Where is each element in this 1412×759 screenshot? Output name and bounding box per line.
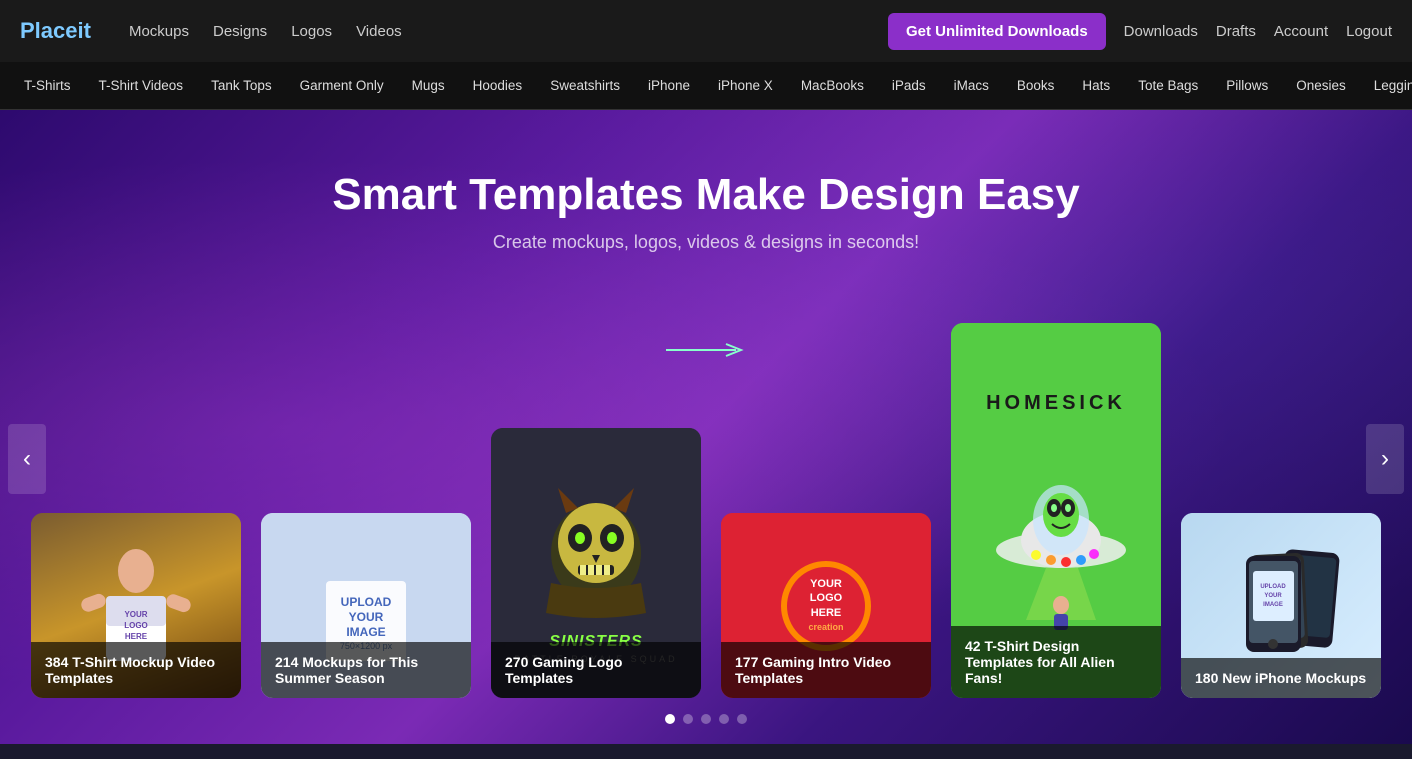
alien-illustration [966, 420, 1156, 640]
svg-text:HERE: HERE [125, 632, 148, 641]
card-gaming-logos[interactable]: SINISTERS BATTLE ROYALE SQUAD 270 Gaming… [491, 428, 701, 698]
carousel-container: YOUR LOGO HERE 384 T-Shirt Mockup Video … [20, 323, 1392, 698]
svg-text:YOUR: YOUR [1264, 593, 1282, 599]
gaming-skull-illustration [516, 483, 676, 643]
logo-accent: it [78, 18, 91, 43]
nav-downloads[interactable]: Downloads [1124, 23, 1198, 40]
card-label: 384 T-Shirt Mockup Video Templates [31, 642, 241, 698]
nav-videos[interactable]: Videos [356, 23, 402, 40]
svg-text:YOUR: YOUR [349, 610, 384, 624]
dot-2[interactable] [683, 714, 693, 724]
card-iphone-mockups[interactable]: UPLOAD YOUR IMAGE 180 New iPhone Mockups [1181, 513, 1381, 698]
svg-text:IMAGE: IMAGE [1263, 602, 1283, 608]
nav-logos[interactable]: Logos [291, 23, 332, 40]
card-label: 42 T-Shirt Design Templates for All Alie… [951, 626, 1161, 698]
svg-text:UPLOAD: UPLOAD [341, 595, 392, 609]
logo-text: Place [20, 18, 78, 43]
svg-text:UPLOAD: UPLOAD [1260, 584, 1286, 590]
carousel-dots [665, 714, 747, 724]
svg-text:IMAGE: IMAGE [346, 625, 385, 639]
nav-right-actions: Get Unlimited Downloads Downloads Drafts… [888, 13, 1392, 50]
category-leggings[interactable]: Leggings [1360, 62, 1412, 109]
alien-brand-text: HOMESICK [966, 392, 1146, 415]
category-ipads[interactable]: iPads [878, 62, 940, 109]
carousel-next-button[interactable]: › [1366, 424, 1404, 494]
category-macbooks[interactable]: MacBooks [787, 62, 878, 109]
hero-title: Smart Templates Make Design Easy [332, 170, 1080, 220]
category-hats[interactable]: Hats [1068, 62, 1124, 109]
category-imacs[interactable]: iMacs [940, 62, 1003, 109]
nav-designs[interactable]: Designs [213, 23, 267, 40]
card-alien-tshirt[interactable]: HOMESICK [951, 323, 1161, 698]
logo[interactable]: Placeit [20, 18, 91, 44]
category-iphone[interactable]: iPhone [634, 62, 704, 109]
logo-circle-text: YOURLOGOHEREcreation [808, 577, 843, 634]
card-gaming-video[interactable]: YOURLOGOHEREcreation 177 Gaming Intro Vi… [721, 513, 931, 698]
category-garment-only[interactable]: Garment Only [286, 62, 398, 109]
dot-5[interactable] [737, 714, 747, 724]
iphone-illustration: UPLOAD YOUR IMAGE [1196, 536, 1366, 676]
hero-subtitle: Create mockups, logos, videos & designs … [493, 232, 919, 253]
hero-section: Smart Templates Make Design Easy Create … [0, 110, 1412, 744]
card-label: 177 Gaming Intro Video Templates [721, 642, 931, 698]
nav-account[interactable]: Account [1274, 23, 1328, 40]
svg-text:LOGO: LOGO [124, 621, 148, 630]
top-navigation: Placeit Mockups Designs Logos Videos Get… [0, 0, 1412, 62]
category-hoodies[interactable]: Hoodies [459, 62, 537, 109]
category-bar: T-Shirts T-Shirt Videos Tank Tops Garmen… [0, 62, 1412, 110]
card-tshirt-video[interactable]: YOUR LOGO HERE 384 T-Shirt Mockup Video … [31, 513, 241, 698]
category-onesies[interactable]: Onesies [1282, 62, 1360, 109]
nav-logout[interactable]: Logout [1346, 23, 1392, 40]
card-label: 180 New iPhone Mockups [1181, 658, 1381, 698]
card-label: 270 Gaming Logo Templates [491, 642, 701, 698]
category-mugs[interactable]: Mugs [398, 62, 459, 109]
category-pillows[interactable]: Pillows [1212, 62, 1282, 109]
get-unlimited-button[interactable]: Get Unlimited Downloads [888, 13, 1106, 50]
dot-3[interactable] [701, 714, 711, 724]
category-tshirts[interactable]: T-Shirts [10, 62, 85, 109]
category-iphone-x[interactable]: iPhone X [704, 62, 787, 109]
category-tshirt-videos[interactable]: T-Shirt Videos [85, 62, 198, 109]
category-sweatshirts[interactable]: Sweatshirts [536, 62, 634, 109]
nav-drafts[interactable]: Drafts [1216, 23, 1256, 40]
dot-4[interactable] [719, 714, 729, 724]
logo-circle: YOURLOGOHEREcreation [781, 561, 871, 651]
svg-text:YOUR: YOUR [124, 610, 147, 619]
category-books[interactable]: Books [1003, 62, 1069, 109]
carousel-prev-button[interactable]: ‹ [8, 424, 46, 494]
card-label: 214 Mockups for This Summer Season [261, 642, 471, 698]
dot-1[interactable] [665, 714, 675, 724]
category-tote-bags[interactable]: Tote Bags [1124, 62, 1212, 109]
nav-mockups[interactable]: Mockups [129, 23, 189, 40]
card-summer-mockups[interactable]: UPLOAD YOUR IMAGE 750×1200 px 214 Mockup… [261, 513, 471, 698]
main-nav-links: Mockups Designs Logos Videos [129, 23, 860, 40]
category-tank-tops[interactable]: Tank Tops [197, 62, 286, 109]
